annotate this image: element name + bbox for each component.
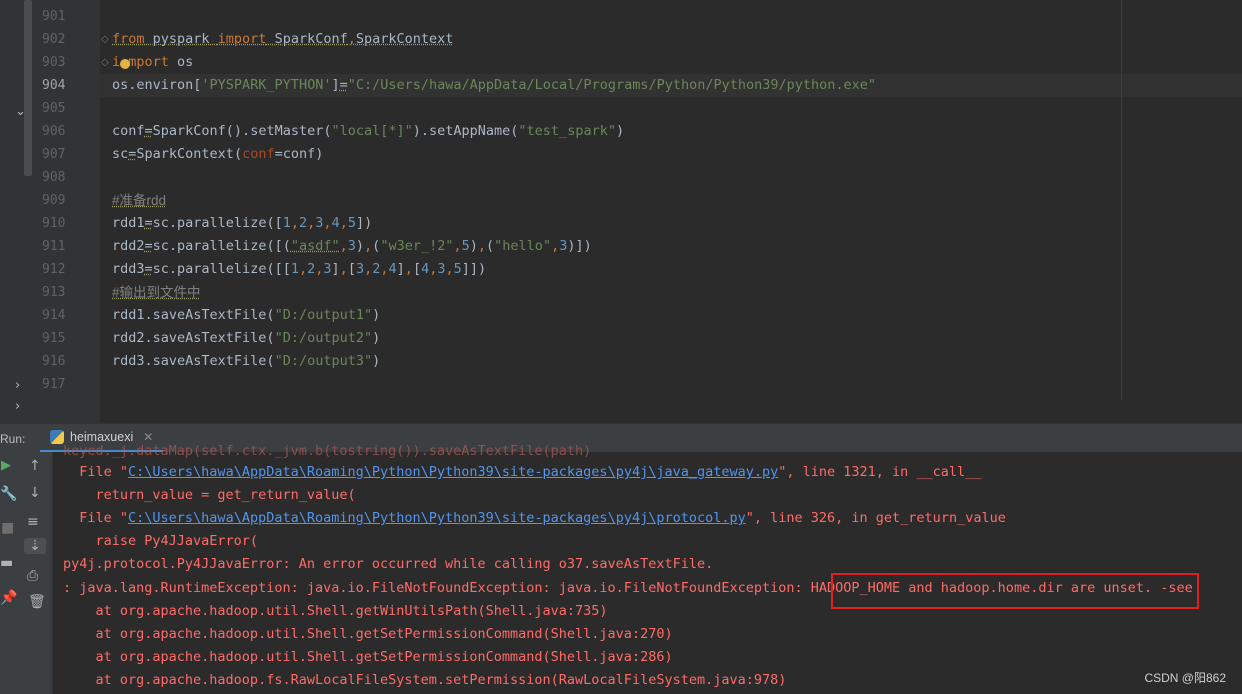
down-arrow-icon[interactable]: ↓ [29, 485, 41, 501]
rerun-icon[interactable]: ▶ [1, 458, 11, 473]
code-line-910[interactable]: rdd1=sc.parallelize([1,2,3,4,5]) [112, 212, 372, 235]
code-line-906[interactable]: conf=SparkConf().setMaster("local[*]").s… [112, 120, 624, 143]
code-line-915[interactable]: rdd2.saveAsTextFile("D:/output2") [112, 327, 380, 350]
line-number: 906 [42, 124, 66, 139]
code-line-907[interactable]: sc=SparkContext(conf=conf) [112, 143, 323, 166]
layout-icon[interactable]: ▬ [0, 555, 13, 571]
console-line: at org.apache.hadoop.util.Shell.getWinUt… [63, 603, 608, 619]
chevron-right-icon[interactable]: › [15, 378, 20, 393]
print-icon[interactable]: ⎙ [27, 568, 38, 584]
console-line: File "C:\Users\hawa\AppData\Roaming\Pyth… [63, 510, 1006, 526]
code-line-914[interactable]: rdd1.saveAsTextFile("D:/output1") [112, 304, 380, 327]
code-line-913[interactable]: #输出到文件中 [112, 281, 201, 305]
line-number: 915 [42, 331, 66, 346]
line-number-gutter: 901 902 903 904 905 906 907 908 909 910 … [36, 0, 100, 423]
editor-scrollbar[interactable] [24, 0, 32, 176]
line-number: 909 [42, 193, 66, 208]
pin-icon[interactable]: 📌 [0, 590, 17, 606]
code-line-912[interactable]: rdd3=sc.parallelize([[1,2,3],[3,2,4],[4,… [112, 258, 486, 281]
trash-icon[interactable]: 🗑 [28, 594, 46, 610]
stop-icon[interactable]: ■ [1, 520, 14, 536]
code-editor[interactable]: ⌄ › › 901 902 903 904 905 906 907 908 90… [0, 0, 1242, 423]
console-line: File "C:\Users\hawa\AppData\Roaming\Pyth… [63, 464, 982, 480]
line-number: 916 [42, 354, 66, 369]
lightbulb-icon[interactable] [120, 59, 130, 69]
line-number-active: 904 [42, 78, 66, 93]
run-toolbar-right: ↑ ↓ ≡ ⇣ ⎙ 🗑 [18, 452, 53, 694]
console-line: keyed._j.dataMap(self.ctx._jvm.b(tostrin… [63, 443, 592, 459]
line-number: 914 [42, 308, 66, 323]
console-line: raise Py4JJavaError( [63, 533, 259, 549]
line-number: 917 [42, 377, 66, 392]
line-number: 902 [42, 32, 66, 47]
chevron-down-icon[interactable]: ⌄ [15, 104, 26, 119]
line-number: 908 [42, 170, 66, 185]
scroll-to-end-icon[interactable]: ⇣ [24, 538, 46, 554]
file-link[interactable]: C:\Users\hawa\AppData\Roaming\Python\Pyt… [128, 464, 778, 480]
console-line: at org.apache.hadoop.util.Shell.getSetPe… [63, 649, 673, 665]
code-line-902[interactable]: from pyspark import SparkConf,SparkConte… [112, 28, 453, 51]
wrench-icon[interactable]: 🔧 [0, 486, 17, 502]
right-margin-guide [1121, 0, 1122, 400]
error-highlight-box [831, 573, 1199, 609]
editor-left-strip: ⌄ › › [0, 0, 36, 423]
code-line-916[interactable]: rdd3.saveAsTextFile("D:/output3") [112, 350, 380, 373]
line-number: 911 [42, 239, 66, 254]
fold-marker-icon[interactable]: ◇ [101, 57, 109, 68]
code-line-911[interactable]: rdd2=sc.parallelize([("asdf",3),("w3er_!… [112, 235, 592, 258]
line-number: 903 [42, 55, 66, 70]
run-toolbar-left: ▶ 🔧 ■ ▬ 📌 [0, 452, 18, 694]
console-line: return_value = get_return_value( [63, 487, 356, 503]
file-link[interactable]: C:\Users\hawa\AppData\Roaming\Python\Pyt… [128, 510, 746, 526]
chevron-right-icon[interactable]: › [15, 399, 20, 414]
code-line-904[interactable]: os.environ['PYSPARK_PYTHON']="C:/Users/h… [112, 74, 876, 97]
fold-marker-icon[interactable]: ◇ [101, 34, 109, 45]
line-number: 901 [42, 9, 66, 24]
python-icon [50, 430, 64, 444]
code-line-909[interactable]: #准备rdd [112, 189, 166, 213]
up-arrow-icon[interactable]: ↑ [29, 458, 41, 474]
watermark: CSDN @阳862 [1144, 671, 1226, 685]
console-line: at org.apache.hadoop.fs.RawLocalFileSyst… [63, 672, 787, 688]
console-line: py4j.protocol.Py4JJavaError: An error oc… [63, 556, 714, 572]
line-number: 905 [42, 101, 66, 116]
line-number: 912 [42, 262, 66, 277]
line-number: 907 [42, 147, 66, 162]
run-label: Run: [0, 432, 26, 446]
soft-wrap-icon[interactable]: ≡ [27, 514, 39, 530]
console-line: at org.apache.hadoop.util.Shell.getSetPe… [63, 626, 673, 642]
line-number: 910 [42, 216, 66, 231]
line-number: 913 [42, 285, 66, 300]
